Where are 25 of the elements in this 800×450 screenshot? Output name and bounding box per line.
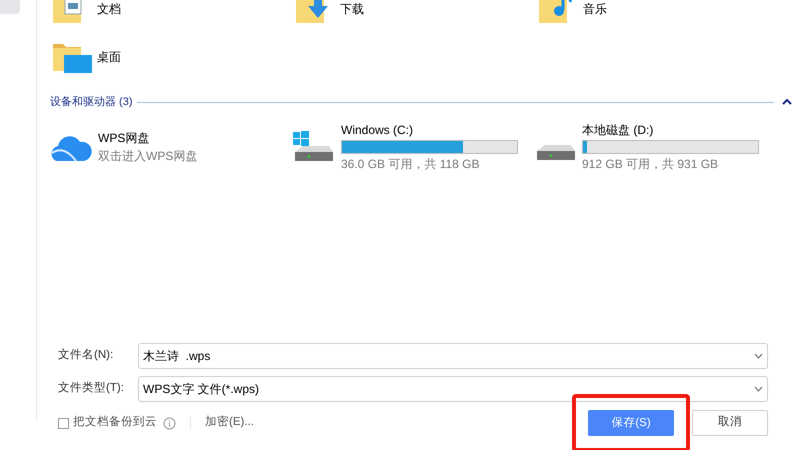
- filetype-dropdown[interactable]: WPS文字 文件(*.wps): [138, 376, 768, 402]
- device-name[interactable]: 本地磁盘 (D:): [582, 120, 759, 138]
- device-name[interactable]: Windows (C:): [341, 120, 518, 138]
- device-subtitle: 36.0 GB 可用，共 118 GB: [341, 156, 480, 172]
- device-name[interactable]: WPS网盘: [98, 128, 198, 146]
- dropdown-chevron-icon[interactable]: [754, 386, 763, 392]
- backup-checkbox[interactable]: [58, 418, 69, 428]
- cancel-button[interactable]: 取消: [692, 410, 768, 436]
- dropdown-chevron-icon[interactable]: [754, 353, 763, 359]
- folder-label[interactable]: 桌面: [97, 48, 121, 66]
- device-subtitle: 912 GB 可用，共 931 GB: [582, 156, 720, 172]
- drive-icon: [536, 144, 576, 161]
- backup-label[interactable]: 把文档备份到云: [73, 414, 157, 432]
- device-subtitle: 双击进入WPS网盘: [98, 148, 198, 164]
- info-icon[interactable]: [163, 416, 176, 430]
- filename-label: 文件名(N):: [58, 348, 114, 364]
- section-header[interactable]: 设备和驱动器 (3): [50, 94, 132, 110]
- collapse-chevron-icon[interactable]: [782, 98, 792, 106]
- folder-label[interactable]: 下载: [340, 0, 364, 18]
- folder-label[interactable]: 文档: [97, 0, 121, 18]
- filetype-label: 文件类型(T):: [58, 380, 125, 396]
- folder-label[interactable]: 音乐: [583, 0, 607, 18]
- encrypt-link[interactable]: 加密(E)...: [205, 414, 254, 432]
- windows-drive-icon: [291, 130, 335, 164]
- filename-field[interactable]: 木兰诗 .wps: [138, 343, 768, 369]
